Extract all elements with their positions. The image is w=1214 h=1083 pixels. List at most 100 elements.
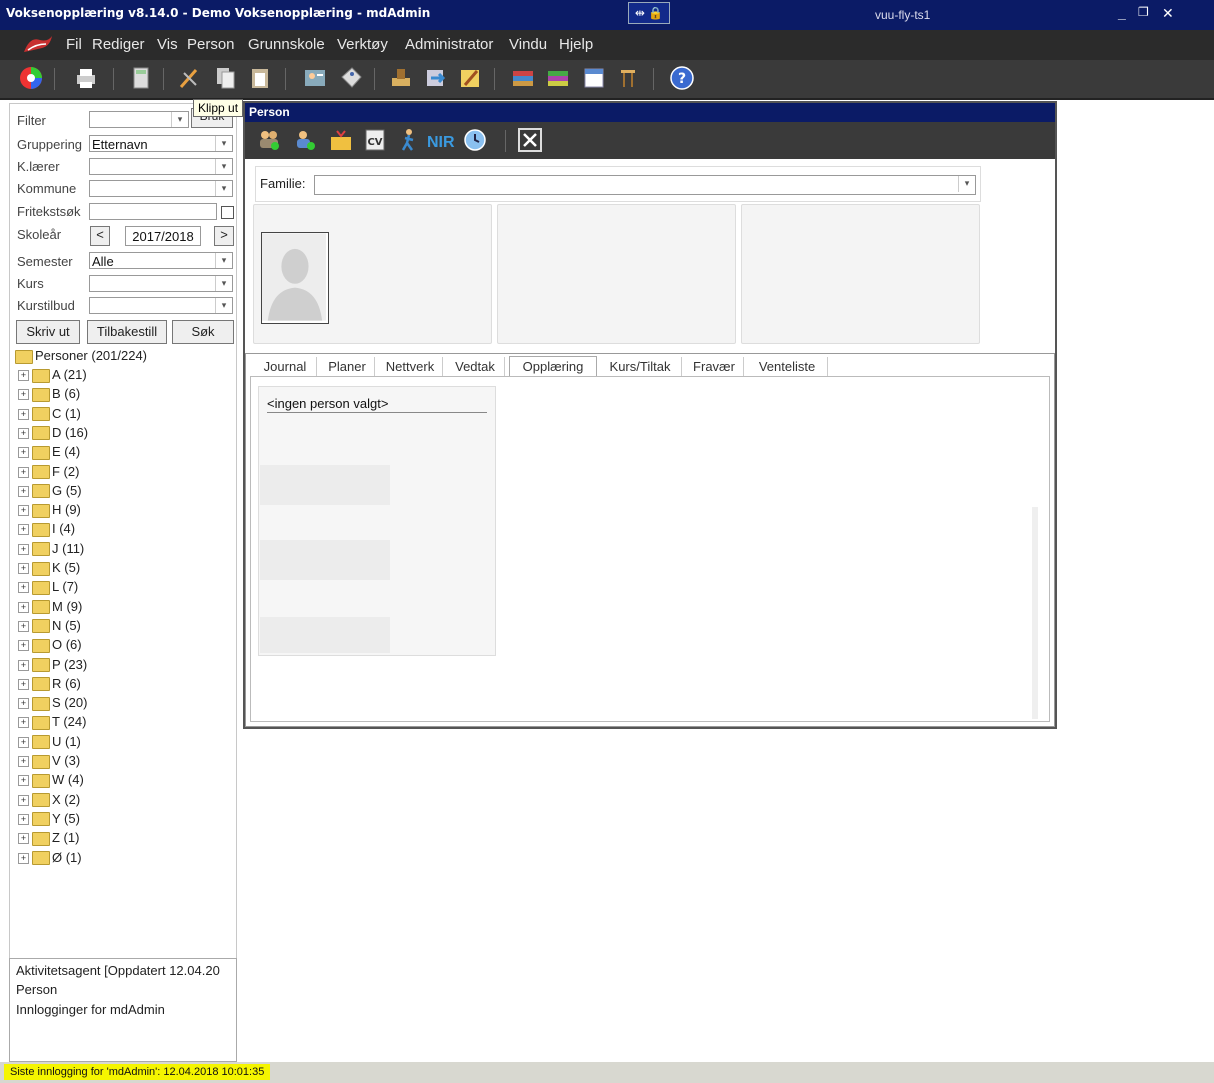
- close-button[interactable]: ✕: [1162, 5, 1174, 22]
- activity-agent-line[interactable]: Aktivitetsagent [Oppdatert 12.04.20: [16, 963, 220, 978]
- tree-item[interactable]: + E (4): [18, 444, 80, 463]
- expand-icon[interactable]: +: [18, 775, 29, 787]
- paste-icon[interactable]: [247, 65, 273, 91]
- add-person-icon[interactable]: [293, 128, 317, 152]
- classroom-icon[interactable]: [615, 65, 641, 91]
- tab-fravaer[interactable]: Fravær: [685, 357, 744, 377]
- contacts-icon[interactable]: [302, 65, 328, 91]
- grouping-select[interactable]: Etternavn ▾: [89, 135, 233, 152]
- tree-item[interactable]: + P (23): [18, 657, 87, 676]
- tree-item[interactable]: + M (9): [18, 599, 82, 618]
- import-icon[interactable]: [423, 65, 449, 91]
- search-button[interactable]: Søk: [172, 320, 234, 344]
- tree-item[interactable]: + D (16): [18, 425, 88, 444]
- tab-venteliste[interactable]: Venteliste: [747, 357, 828, 377]
- library-icon[interactable]: [545, 65, 571, 91]
- tab-journal[interactable]: Journal: [254, 357, 317, 377]
- expand-icon[interactable]: +: [18, 582, 29, 594]
- tree-item[interactable]: + V (3): [18, 753, 80, 772]
- copy-icon[interactable]: [213, 65, 239, 91]
- tree-item[interactable]: + L (7): [18, 579, 78, 598]
- print-button[interactable]: Skriv ut: [16, 320, 80, 344]
- expand-icon[interactable]: +: [18, 736, 29, 748]
- activity-logins-line[interactable]: Innlogginger for mdAdmin: [16, 1002, 165, 1017]
- scrollbar[interactable]: [1032, 507, 1038, 719]
- tree-item[interactable]: + O (6): [18, 637, 82, 656]
- municipality-select[interactable]: ▾: [89, 180, 233, 197]
- expand-icon[interactable]: +: [18, 485, 29, 497]
- tree-item[interactable]: + N (5): [18, 618, 81, 637]
- restore-button[interactable]: ❐: [1138, 5, 1149, 19]
- tree-item[interactable]: + U (1): [18, 734, 81, 753]
- menu-verktoy[interactable]: Verktøy: [337, 36, 388, 53]
- tree-item[interactable]: + K (5): [18, 560, 80, 579]
- remote-connection-control[interactable]: ⇹ 🔒: [628, 2, 670, 24]
- expand-icon[interactable]: +: [18, 852, 29, 864]
- calendar-icon[interactable]: [581, 65, 607, 91]
- expand-icon[interactable]: +: [18, 640, 29, 652]
- tree-item[interactable]: + Y (5): [18, 811, 80, 830]
- family-select[interactable]: ▾: [314, 175, 976, 195]
- expand-icon[interactable]: +: [18, 389, 29, 401]
- expand-icon[interactable]: +: [18, 447, 29, 459]
- teacher-select[interactable]: ▾: [89, 158, 233, 175]
- expand-icon[interactable]: +: [18, 659, 29, 671]
- tree-item[interactable]: + B (6): [18, 386, 80, 405]
- color-wheel-icon[interactable]: [18, 65, 44, 91]
- books-icon[interactable]: [510, 65, 536, 91]
- semester-select[interactable]: Alle ▾: [89, 252, 233, 269]
- tag-icon[interactable]: [338, 65, 364, 91]
- expand-icon[interactable]: +: [18, 408, 29, 420]
- stamp-icon[interactable]: [388, 65, 414, 91]
- course-select[interactable]: ▾: [89, 275, 233, 292]
- tab-nettverk[interactable]: Nettverk: [378, 357, 443, 377]
- freetext-input[interactable]: [89, 203, 217, 220]
- tree-item[interactable]: + I (4): [18, 521, 75, 540]
- filter-select[interactable]: ▾: [89, 111, 189, 128]
- expand-icon[interactable]: +: [18, 698, 29, 710]
- expand-icon[interactable]: +: [18, 505, 29, 517]
- expand-icon[interactable]: +: [18, 427, 29, 439]
- expand-icon[interactable]: +: [18, 794, 29, 806]
- cv-icon[interactable]: CV: [363, 128, 387, 152]
- tab-vedtak[interactable]: Vedtak: [446, 357, 505, 377]
- list-item[interactable]: [260, 465, 390, 505]
- expand-icon[interactable]: +: [18, 524, 29, 536]
- expand-icon[interactable]: +: [18, 756, 29, 768]
- expand-icon[interactable]: +: [18, 370, 29, 382]
- folder-open-icon[interactable]: [329, 128, 353, 152]
- menu-grunnskole[interactable]: Grunnskole: [248, 36, 325, 53]
- minimize-button[interactable]: _: [1118, 5, 1126, 21]
- menu-fil[interactable]: Fil: [66, 36, 82, 53]
- print-icon[interactable]: [73, 65, 99, 91]
- expand-icon[interactable]: +: [18, 813, 29, 825]
- tree-item[interactable]: + C (1): [18, 406, 81, 425]
- calculator-icon[interactable]: [128, 65, 154, 91]
- tree-item[interactable]: + A (21): [18, 367, 87, 386]
- expand-icon[interactable]: +: [18, 620, 29, 632]
- schoolyear-next-button[interactable]: >: [214, 226, 234, 246]
- menu-vis[interactable]: Vis: [157, 36, 178, 53]
- expand-icon[interactable]: +: [18, 717, 29, 729]
- schoolyear-prev-button[interactable]: <: [90, 226, 110, 246]
- menu-administrator[interactable]: Administrator: [405, 36, 493, 53]
- expand-icon[interactable]: +: [18, 678, 29, 690]
- menu-rediger[interactable]: Rediger: [92, 36, 145, 53]
- menu-vindu[interactable]: Vindu: [509, 36, 547, 53]
- history-icon[interactable]: [463, 128, 487, 152]
- reset-button[interactable]: Tilbakestill: [87, 320, 167, 344]
- tree-item[interactable]: + S (20): [18, 695, 87, 714]
- tree-item[interactable]: + X (2): [18, 792, 80, 811]
- freetext-checkbox[interactable]: [221, 206, 234, 219]
- activity-person-line[interactable]: Person: [16, 982, 57, 997]
- add-family-icon[interactable]: [257, 128, 281, 152]
- list-item[interactable]: [260, 540, 390, 580]
- tab-kurs-tiltak[interactable]: Kurs/Tiltak: [599, 357, 682, 377]
- close-person-icon[interactable]: [518, 128, 542, 152]
- help-icon[interactable]: ?: [669, 65, 695, 91]
- tree-item[interactable]: + W (4): [18, 772, 84, 791]
- training-list[interactable]: <ingen person valgt>: [258, 386, 496, 656]
- tree-root[interactable]: Personer (201/224): [15, 348, 147, 367]
- expand-icon[interactable]: +: [18, 601, 29, 613]
- tab-planer[interactable]: Planer: [320, 357, 375, 377]
